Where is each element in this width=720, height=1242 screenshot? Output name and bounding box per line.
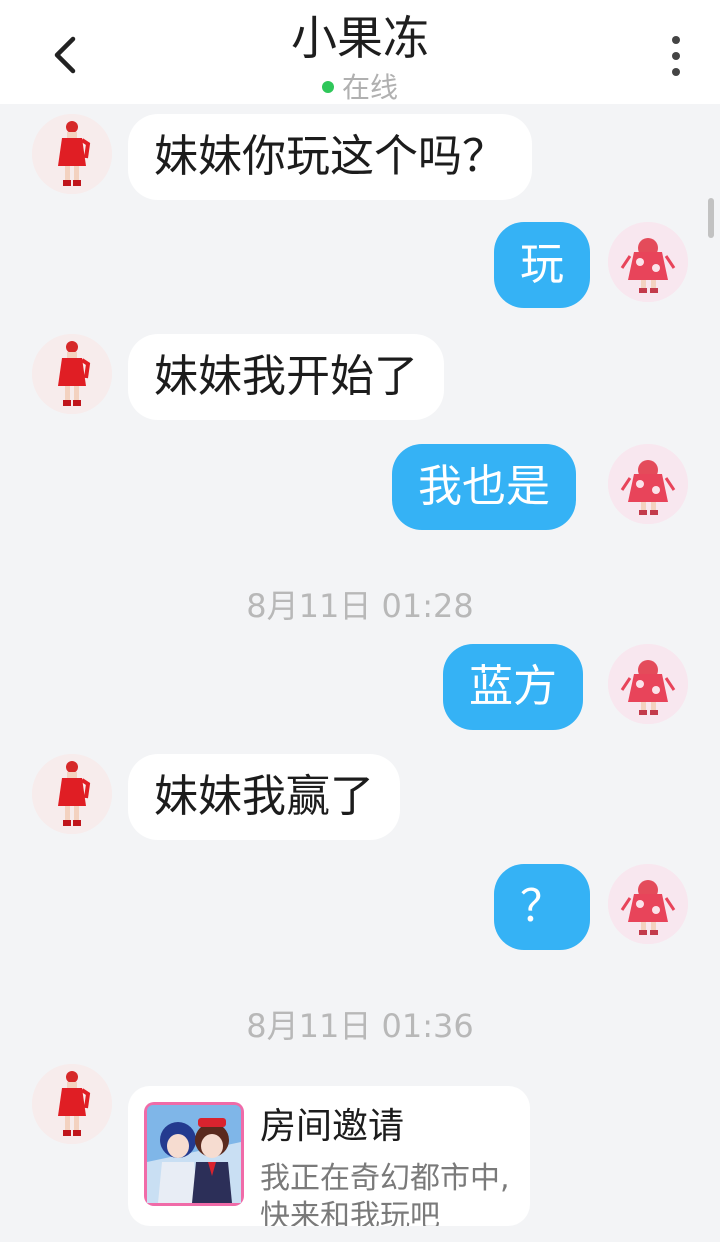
outgoing-message[interactable]: 我也是 xyxy=(392,444,576,530)
more-dot-icon xyxy=(672,52,680,60)
invite-description: 我正在奇幻都市中, 快来和我玩吧 xyxy=(260,1161,510,1226)
my-avatar[interactable] xyxy=(608,444,688,524)
my-avatar[interactable] xyxy=(608,644,688,724)
my-avatar[interactable] xyxy=(608,222,688,302)
contact-avatar[interactable] xyxy=(32,1064,112,1144)
online-dot-icon xyxy=(321,81,334,93)
online-status-label: 在线 xyxy=(341,71,398,104)
more-dot-icon xyxy=(672,36,680,44)
outgoing-message[interactable]: ？ xyxy=(494,864,590,950)
incoming-message[interactable]: 妹妹你玩这个吗？ xyxy=(128,114,532,200)
outgoing-message[interactable]: 蓝方 xyxy=(443,644,583,730)
contact-avatar[interactable] xyxy=(32,334,112,414)
my-avatar[interactable] xyxy=(608,864,688,944)
incoming-message[interactable]: 妹妹我赢了 xyxy=(128,754,400,840)
incoming-message[interactable]: 妹妹我开始了 xyxy=(128,334,444,420)
chat-title: 小果冻 xyxy=(291,11,429,65)
room-invite-card[interactable]: 房间邀请 我正在奇幻都市中, 快来和我玩吧 xyxy=(128,1086,530,1226)
outgoing-message[interactable]: 玩 xyxy=(494,222,590,308)
contact-avatar[interactable] xyxy=(32,754,112,834)
timestamp: 8月11日 01:28 xyxy=(246,587,474,625)
more-options-button[interactable] xyxy=(656,32,696,80)
invite-title: 房间邀请 xyxy=(260,1106,405,1147)
more-dot-icon xyxy=(672,68,680,76)
scrollbar[interactable] xyxy=(708,198,714,238)
contact-avatar[interactable] xyxy=(32,114,112,194)
game-thumbnail-image xyxy=(144,1102,244,1206)
online-status: 在线 xyxy=(0,70,720,106)
chat-header: 小果冻 在线 xyxy=(0,0,720,104)
timestamp: 8月11日 01:36 xyxy=(246,1007,474,1045)
